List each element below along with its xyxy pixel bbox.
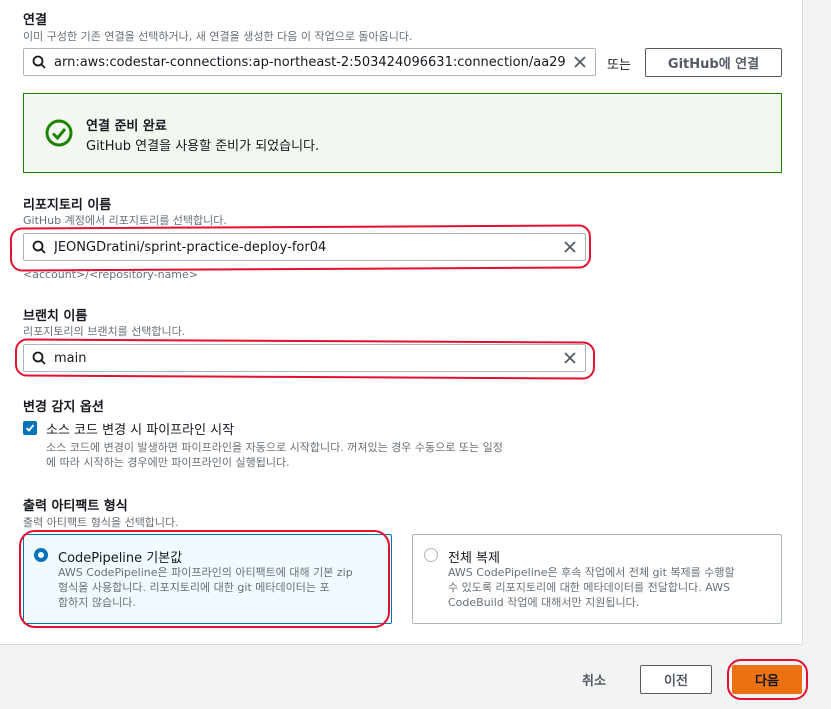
radio-option-full-clone[interactable]: 전체 복제 AWS CodePipeline은 후속 작업에서 전체 git 복…: [412, 534, 782, 624]
success-check-icon: [45, 119, 73, 151]
next-button[interactable]: 다음: [732, 665, 802, 694]
connection-value: arn:aws:codestar-connections:ap-northeas…: [54, 54, 565, 70]
connection-desc: 이미 구성한 기존 연결을 선택하거나, 새 연결을 생성한 다음 이 작업으로…: [23, 30, 413, 43]
connection-ready-alert: 연결 준비 완료 GitHub 연결을 사용할 준비가 되었습니다.: [23, 93, 782, 173]
connection-label: 연결: [23, 13, 47, 28]
option-title: CodePipeline 기본값: [58, 551, 183, 566]
repository-desc: GitHub 계정에서 리포지토리를 선택합니다.: [23, 214, 227, 227]
start-on-change-checkbox[interactable]: [23, 421, 37, 435]
option-desc-line3: 함하지 않습니다.: [58, 596, 136, 609]
or-text: 또는: [607, 58, 631, 73]
radio-unselected-icon: [424, 548, 438, 562]
checkbox-desc-line1: 소스 코드에 변경이 발생하면 파이프라인을 자동으로 시작합니다. 꺼져있는 …: [46, 441, 503, 454]
search-icon: [24, 351, 54, 365]
artifact-label: 출력 아티팩트 형식: [23, 499, 128, 514]
clear-icon[interactable]: [555, 352, 585, 364]
option-desc-line3: CodeBuild 작업에 대해서만 지원됩니다.: [448, 596, 640, 609]
alert-message: GitHub 연결을 사용할 준비가 되었습니다.: [86, 139, 320, 154]
connect-github-button[interactable]: GitHub에 연결: [645, 48, 782, 77]
repository-value: JEONGDratini/sprint-practice-deploy-for0…: [54, 239, 327, 255]
radio-selected-icon: [34, 548, 48, 562]
search-icon: [24, 240, 54, 254]
clear-icon[interactable]: [555, 241, 585, 253]
radio-option-codepipeline-default[interactable]: CodePipeline 기본값 AWS CodePipeline은 파이프라인…: [23, 534, 392, 624]
checkbox-label: 소스 코드 변경 시 파이프라인 시작: [46, 423, 235, 438]
repository-label: 리포지토리 이름: [23, 198, 112, 213]
change-detection-label: 변경 감지 옵션: [23, 400, 104, 415]
checkmark-icon: [25, 424, 35, 432]
repository-input[interactable]: JEONGDratini/sprint-practice-deploy-for0…: [23, 233, 586, 261]
branch-label: 브랜치 이름: [23, 309, 88, 324]
option-desc-line1: AWS CodePipeline은 파이프라인의 아티팩트에 대해 기본 zip: [58, 566, 353, 579]
branch-value: main: [54, 350, 87, 366]
artifact-desc: 출력 아티팩트 형식을 선택합니다.: [23, 516, 179, 529]
branch-input[interactable]: main: [23, 344, 586, 372]
previous-button[interactable]: 이전: [640, 665, 712, 694]
option-desc-line1: AWS CodePipeline은 후속 작업에서 전체 git 복제를 수행할: [448, 566, 735, 579]
checkbox-desc-line2: 에 따라 시작하는 경우에만 파이프라인이 실행됩니다.: [46, 456, 290, 469]
search-icon: [24, 55, 54, 69]
cancel-button[interactable]: 취소: [582, 670, 606, 689]
option-title: 전체 복제: [448, 551, 500, 566]
option-desc-line2: 수 있도록 리포지토리에 대한 메타데이터를 전달합니다. AWS: [448, 581, 731, 594]
option-desc-line2: 형식을 사용합니다. 리포지토리에 대한 git 메타데이터는 포: [58, 581, 330, 594]
connection-input[interactable]: arn:aws:codestar-connections:ap-northeas…: [23, 48, 596, 76]
alert-title: 연결 준비 완료: [86, 119, 167, 134]
clear-icon[interactable]: [565, 56, 595, 68]
source-stage-panel: 연결 이미 구성한 기존 연결을 선택하거나, 새 연결을 생성한 다음 이 작…: [0, 0, 803, 645]
branch-desc: 리포지토리의 브랜치를 선택합니다.: [23, 325, 186, 338]
repository-hint: <account>/<repository-name>: [23, 268, 198, 281]
